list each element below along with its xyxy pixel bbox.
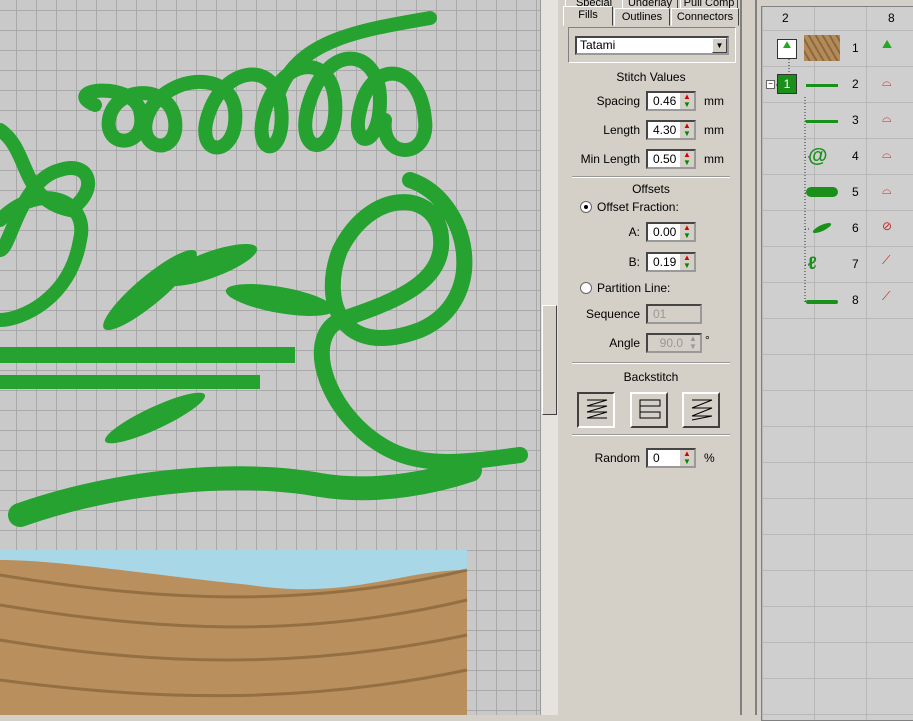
backstitch-zigzag-button[interactable]	[577, 392, 615, 428]
spiral-thumbnail: @	[808, 145, 828, 167]
unit-label: mm	[704, 94, 724, 108]
list-item[interactable]: @4 ⌓	[762, 139, 913, 175]
item-number: 7	[852, 257, 859, 271]
offset-b-input[interactable]: 0.19 ▲ ▼	[646, 252, 696, 272]
item-number: 6	[852, 221, 859, 235]
diagonal-stitch-icon	[691, 399, 713, 421]
length-input[interactable]: 4.30 ▲ ▼	[646, 120, 696, 140]
line-thumbnail	[806, 84, 838, 87]
b-label: B:	[628, 255, 640, 269]
group-badge[interactable]: 1	[777, 74, 797, 94]
degree-label: °	[705, 333, 710, 347]
spinner-icon[interactable]: ▲ ▼	[680, 122, 694, 138]
zigzag-stitch-icon	[586, 399, 608, 419]
item-number: 3	[852, 113, 859, 127]
random-input[interactable]: 0 ▲ ▼	[646, 448, 696, 468]
unit-label: mm	[704, 152, 724, 166]
fill-object-icon: ⌓	[882, 147, 892, 161]
stitch-values-heading: Stitch Values	[616, 70, 686, 84]
image-type-icon: ⛰	[882, 37, 893, 51]
offset-fraction-label: Offset Fraction:	[597, 200, 679, 214]
list-item[interactable]: ℓ 7 ⟋	[762, 247, 913, 283]
properties-panel: Special Underlay Pull Comp Fills Outline…	[560, 0, 742, 715]
angle-input[interactable]: 90.0 ▲ ▼	[646, 333, 702, 353]
square-stitch-icon	[639, 399, 661, 419]
collapse-icon[interactable]: −	[766, 80, 775, 89]
list-item[interactable]: − 1 2 ⌓	[762, 67, 913, 103]
percent-label: %	[704, 451, 715, 465]
spinner-icon[interactable]: ▲ ▼	[680, 224, 694, 240]
item-number: 8	[852, 293, 859, 307]
curl-thumbnail: ℓ	[808, 253, 817, 273]
sequence-label: Sequence	[585, 307, 640, 321]
length-label: Length	[603, 123, 640, 137]
circle-object-icon: ⊘	[882, 219, 893, 233]
rope-photo-backdrop	[0, 550, 468, 715]
unit-label: mm	[704, 123, 724, 137]
partition-line-label: Partition Line:	[597, 281, 671, 295]
tab-fills[interactable]: Fills	[563, 6, 613, 26]
sequence-input[interactable]: 01	[646, 304, 702, 324]
fill-object-icon: ⌓	[882, 111, 892, 125]
list-item[interactable]: 6 ⊘	[762, 211, 913, 247]
min-length-input[interactable]: 0.50 ▲ ▼	[646, 149, 696, 169]
leaf-thumbnail	[811, 221, 833, 235]
spinner-icon[interactable]: ▲ ▼	[680, 254, 694, 270]
image-icon: ⛰	[777, 39, 797, 59]
item-number: 1	[852, 41, 859, 55]
backstitch-diagonal-button[interactable]	[682, 392, 720, 428]
angle-label: Angle	[609, 336, 640, 350]
backstitch-heading: Backstitch	[623, 370, 679, 384]
spinner-icon[interactable]: ▲ ▼	[680, 93, 694, 109]
rope-bottom	[8, 458, 482, 527]
design-canvas[interactable]	[0, 0, 540, 715]
spacing-label: Spacing	[596, 94, 640, 108]
backstitch-square-button[interactable]	[630, 392, 668, 428]
random-label: Random	[594, 451, 640, 465]
offsets-heading: Offsets	[632, 182, 670, 196]
rope-loop-big	[313, 172, 528, 470]
list-item[interactable]: 8 ⟋	[762, 283, 913, 319]
spinner-icon[interactable]: ▲ ▼	[680, 450, 694, 466]
item-number: 4	[852, 149, 859, 163]
embroidery-design	[0, 11, 528, 715]
min-length-label: Min Length	[580, 152, 640, 166]
line-thumbnail	[806, 300, 838, 304]
fill-object-icon: ⌓	[882, 75, 892, 89]
chevron-down-icon[interactable]: ▼	[712, 38, 727, 53]
image-thumbnail	[804, 35, 840, 61]
spinner-icon[interactable]: ▲ ▼	[680, 151, 694, 167]
item-number: 2	[852, 77, 859, 91]
offset-a-input[interactable]: 0.00 ▲ ▼	[646, 222, 696, 242]
a-label: A:	[628, 225, 640, 239]
list-item[interactable]: 3 ⌓	[762, 103, 913, 139]
item-number: 5	[852, 185, 859, 199]
vertical-scrollbar[interactable]	[540, 0, 558, 715]
fill-type-select[interactable]: Tatami ▼	[575, 36, 729, 55]
object-list: 2 8 ⛰ 1 ⛰ − 1 2 ⌓ 3 ⌓ @4 ⌓ 5 ⌓ 6 ⊘ ℓ 7 ⟋ 8 ⟋	[755, 0, 913, 721]
loops-thumbnail	[806, 187, 838, 197]
line-thumbnail	[806, 120, 838, 123]
partition-line-radio[interactable]	[580, 282, 592, 294]
run-stitch-icon: ⟋	[882, 253, 891, 267]
scrollbar-thumb[interactable]	[542, 305, 557, 415]
list-item[interactable]: ⛰ 1 ⛰	[762, 31, 913, 67]
tab-outlines[interactable]: Outlines	[614, 8, 670, 26]
tab-connectors[interactable]: Connectors	[671, 8, 739, 26]
spacing-input[interactable]: 0.46 ▲ ▼	[646, 91, 696, 111]
list-item[interactable]: 5 ⌓	[762, 175, 913, 211]
spinner-icon: ▲ ▼	[686, 335, 700, 351]
rope-loops	[78, 51, 433, 157]
offset-fraction-radio[interactable]	[580, 201, 592, 213]
run-stitch-icon: ⟋	[882, 289, 891, 303]
fill-object-icon: ⌓	[882, 183, 892, 197]
fill-type-value: Tatami	[580, 38, 616, 52]
